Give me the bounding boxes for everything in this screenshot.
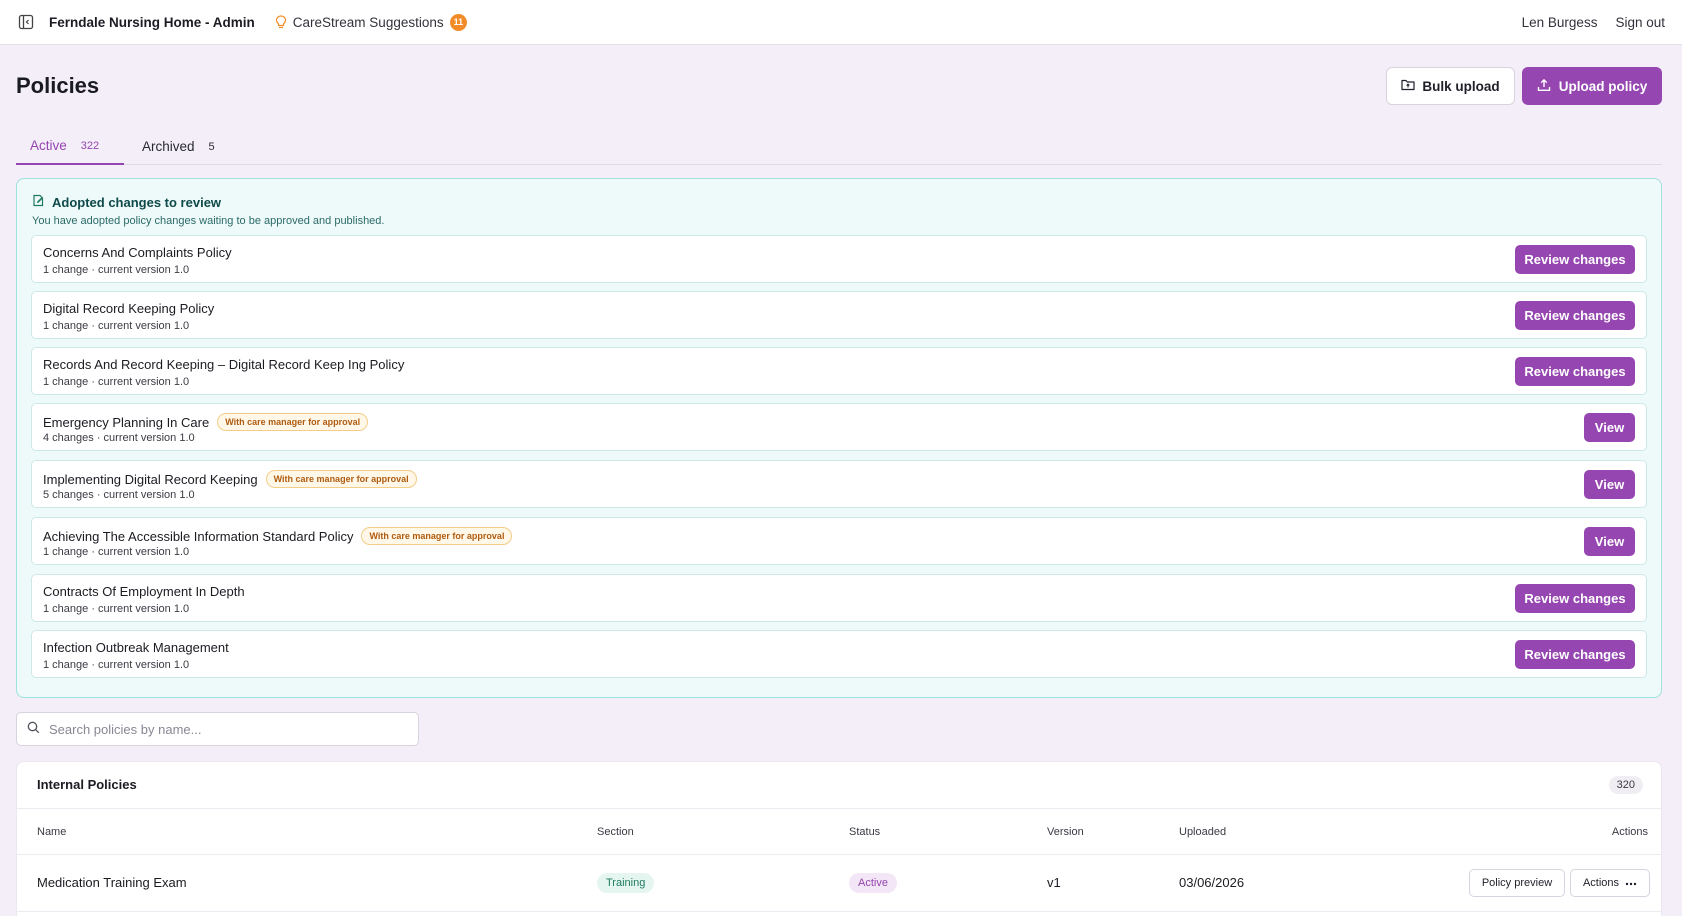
app-title: Ferndale Nursing Home - Admin (49, 14, 255, 30)
tab-label: Archived (142, 139, 195, 154)
review-item: Implementing Digital Record Keeping With… (31, 460, 1647, 508)
tab-active[interactable]: Active 322 (16, 128, 124, 165)
policy-name-cell[interactable]: Medication Training Exam (37, 875, 187, 890)
policy-count-badge: 320 (1608, 776, 1643, 794)
tab-archived[interactable]: Archived 5 (128, 128, 229, 165)
policy-change-meta: 5 changes · current version 1.0 (43, 489, 195, 501)
column-header-section[interactable]: Section (597, 826, 634, 838)
edit-document-icon (32, 194, 45, 210)
policy-name: Emergency Planning In Care (43, 414, 210, 430)
user-name[interactable]: Len Burgess (1522, 15, 1598, 30)
review-changes-button[interactable]: Review changes (1515, 301, 1635, 330)
column-header-version[interactable]: Version (1047, 826, 1084, 838)
policy-change-meta: 4 changes · current version 1.0 (43, 432, 195, 444)
internal-policies-card: Internal Policies 320 Name Section Statu… (16, 761, 1662, 916)
review-changes-button[interactable]: Review changes (1515, 640, 1635, 669)
upload-policy-button[interactable]: Upload policy (1522, 67, 1662, 105)
policy-change-meta: 1 change · current version 1.0 (43, 264, 190, 276)
review-panel-title: Adopted changes to review (52, 194, 222, 210)
upload-icon (1537, 78, 1551, 95)
upload-policy-label: Upload policy (1558, 78, 1648, 94)
review-item: Achieving The Accessible Information Sta… (31, 517, 1647, 565)
approval-status-badge: With care manager for approval (361, 527, 513, 545)
section-pill: Training (597, 873, 655, 893)
policy-preview-button[interactable]: Policy preview (1469, 869, 1565, 897)
top-bar: Ferndale Nursing Home - Admin CareStream… (0, 0, 1682, 45)
policy-change-meta: 1 change · current version 1.0 (43, 320, 190, 332)
tab-count: 322 (80, 139, 100, 152)
suggestions-label: CareStream Suggestions (292, 14, 444, 30)
column-header-uploaded[interactable]: Uploaded (1179, 826, 1226, 838)
suggestions-link[interactable]: CareStream Suggestions 11 (275, 13, 468, 31)
policy-name: Digital Record Keeping Policy (43, 301, 215, 316)
review-item: Emergency Planning In Care With care man… (31, 403, 1647, 451)
review-panel-subtitle: You have adopted policy changes waiting … (32, 215, 385, 227)
search-box (16, 712, 419, 746)
card-title: Internal Policies (37, 777, 137, 792)
row-actions-label: Actions (1582, 877, 1620, 889)
review-item: Concerns And Complaints Policy 1 change … (31, 235, 1647, 283)
status-badge: Active (849, 873, 897, 893)
more-horizontal-icon (1625, 877, 1637, 889)
policy-change-meta: 1 change · current version 1.0 (43, 603, 190, 615)
row-actions-button[interactable]: Actions (1570, 869, 1650, 897)
table-row: Medication Training Exam Training Active… (17, 855, 1661, 912)
version-cell: v1 (1047, 875, 1061, 890)
bulk-upload-label: Bulk upload (1422, 78, 1500, 94)
policy-change-meta: 1 change · current version 1.0 (43, 376, 190, 388)
bulk-upload-button[interactable]: Bulk upload (1386, 67, 1515, 105)
policy-name: Implementing Digital Record Keeping (43, 471, 258, 487)
table-header: Name Section Status Version Uploaded Act… (17, 809, 1661, 855)
column-header-name[interactable]: Name (37, 826, 66, 838)
review-changes-button[interactable]: Review changes (1515, 584, 1635, 613)
suggestions-count-badge: 11 (449, 13, 468, 31)
search-input[interactable] (49, 721, 389, 737)
policy-tabs: Active 322 Archived 5 (16, 128, 1662, 165)
policy-preview-label: Policy preview (1481, 877, 1553, 889)
search-icon (27, 721, 40, 737)
view-button[interactable]: View (1584, 527, 1635, 556)
review-changes-button[interactable]: Review changes (1515, 357, 1635, 386)
view-button[interactable]: View (1584, 413, 1635, 442)
uploaded-date-cell: 03/06/2026 (1179, 875, 1245, 890)
policy-change-meta: 1 change · current version 1.0 (43, 546, 190, 558)
review-item: Digital Record Keeping Policy 1 change ·… (31, 291, 1647, 339)
folder-upload-icon (1401, 78, 1415, 94)
column-header-actions: Actions (1611, 826, 1648, 838)
approval-status-badge: With care manager for approval (265, 470, 417, 488)
policy-name: Infection Outbreak Management (43, 640, 229, 655)
review-item: Records And Record Keeping – Digital Rec… (31, 347, 1647, 395)
view-button[interactable]: View (1584, 470, 1635, 499)
approval-status-badge: With care manager for approval (217, 413, 369, 431)
sign-out-link[interactable]: Sign out (1615, 15, 1665, 30)
lightbulb-icon (275, 15, 287, 29)
tab-label: Active (30, 138, 67, 153)
policy-name: Concerns And Complaints Policy (43, 245, 232, 260)
sidebar-toggle-icon[interactable] (17, 13, 35, 31)
policy-change-meta: 1 change · current version 1.0 (43, 659, 190, 671)
adopted-changes-panel: Adopted changes to review You have adopt… (16, 178, 1662, 698)
column-header-status[interactable]: Status (849, 826, 880, 838)
review-item: Contracts Of Employment In Depth 1 chang… (31, 574, 1647, 622)
policy-name: Achieving The Accessible Information Sta… (43, 528, 354, 544)
policy-name: Contracts Of Employment In Depth (43, 584, 245, 599)
tab-count: 5 (208, 140, 215, 153)
policy-name: Records And Record Keeping – Digital Rec… (43, 357, 405, 372)
page-title: Policies (16, 73, 100, 98)
review-changes-button[interactable]: Review changes (1515, 245, 1635, 274)
review-item: Infection Outbreak Management 1 change ·… (31, 630, 1647, 678)
